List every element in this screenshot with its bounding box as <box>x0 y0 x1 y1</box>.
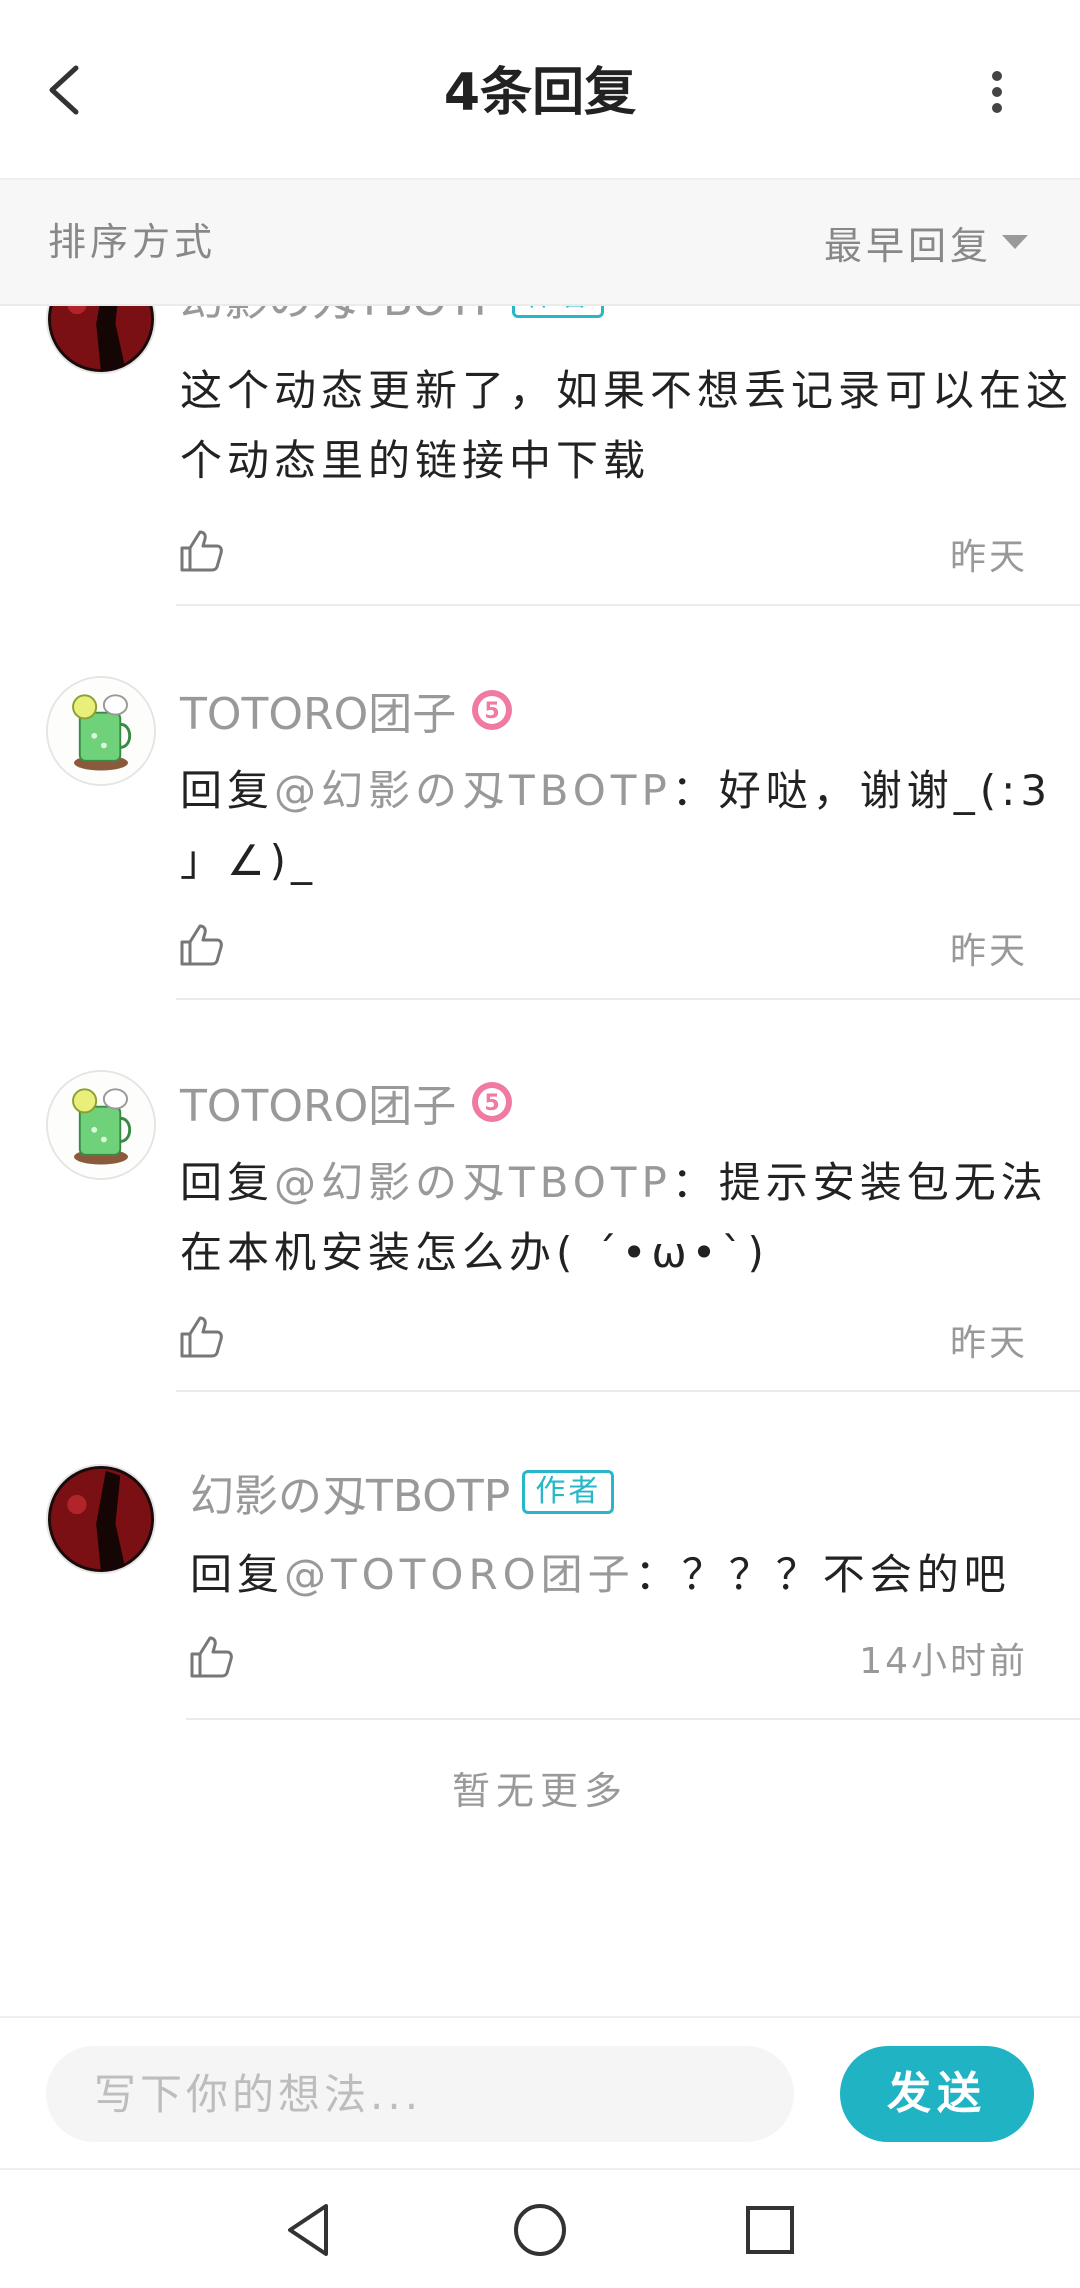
reply-body: ：？？？不会的吧 <box>634 1550 1011 1599</box>
send-button[interactable]: 发送 <box>840 2046 1034 2142</box>
reply-prefix: 回复 <box>180 1158 275 1207</box>
level-number: 5 <box>485 699 500 724</box>
reply-time: 昨天 <box>949 931 1028 972</box>
reply-time: 昨天 <box>949 1323 1028 1364</box>
nav-back-icon[interactable] <box>278 2198 342 2262</box>
reply-item: TOTORO团子 5 回复@幻影の刄TBOTP：提示安装包无法在本机安装怎么办(… <box>0 1000 1080 1392</box>
mention-link[interactable]: @幻影の刄TBOTP <box>274 766 672 815</box>
chevron-down-icon <box>1002 235 1028 249</box>
nav-home-icon[interactable] <box>508 2198 572 2262</box>
page-title: 4条回复 <box>443 63 637 123</box>
reply-text: 回复@幻影の刄TBOTP：提示安装包无法在本机安装怎么办( ´•ω•`) <box>180 1148 1080 1288</box>
reply-prefix: 回复 <box>180 766 275 815</box>
username-row: 幻影の刄TBOTP 作者 <box>180 306 605 328</box>
username[interactable]: 幻影の刄TBOTP <box>190 1460 510 1524</box>
reply-item: TOTORO团子 5 回复@幻影の刄TBOTP：好哒，谢谢_(:3 」∠)_ 昨… <box>0 606 1080 1000</box>
avatar[interactable] <box>46 1464 156 1574</box>
username-row: 幻影の刄TBOTP 作者 <box>190 1460 615 1524</box>
comment-bar: 发送 <box>0 2016 1080 2168</box>
more-options-icon[interactable] <box>972 62 1022 122</box>
nav-recents-icon[interactable] <box>738 2198 802 2262</box>
sort-bar: 排序方式 最早回复 <box>0 180 1080 306</box>
thumbs-up-icon[interactable] <box>176 1312 226 1362</box>
divider <box>186 1718 1080 1720</box>
sort-label: 排序方式 <box>48 220 217 264</box>
reply-text: 回复@TOTORO团子：？？？不会的吧 <box>190 1540 1080 1610</box>
username[interactable]: TOTORO团子 <box>180 678 456 742</box>
reply-item: 幻影の刄TBOTP 作者 这个动态更新了，如果不想丢记录可以在这个动态里的链接中… <box>0 306 1080 606</box>
avatar[interactable] <box>46 306 156 374</box>
reply-time: 14小时前 <box>859 1641 1028 1682</box>
system-nav-bar <box>0 2168 1080 2288</box>
level-number: 5 <box>485 1091 500 1116</box>
username[interactable]: TOTORO团子 <box>180 1070 456 1134</box>
author-badge: 作者 <box>522 1470 615 1514</box>
author-badge: 作者 <box>512 306 605 318</box>
level-badge-icon: 5 <box>472 690 513 730</box>
username-row: TOTORO团子 5 <box>180 680 514 740</box>
reply-text: 回复@幻影の刄TBOTP：好哒，谢谢_(:3 」∠)_ <box>180 756 1080 896</box>
avatar[interactable] <box>46 676 156 786</box>
reply-time: 昨天 <box>949 537 1028 578</box>
comment-input[interactable] <box>46 2046 794 2142</box>
username-row: TOTORO团子 5 <box>180 1072 514 1132</box>
thumbs-up-icon[interactable] <box>176 920 226 970</box>
top-app-bar: 4条回复 <box>0 0 1080 180</box>
no-more-label: 暂无更多 <box>451 1769 628 1813</box>
sort-value: 最早回复 <box>823 223 992 268</box>
level-badge-icon: 5 <box>472 1082 513 1122</box>
sort-dropdown[interactable]: 最早回复 <box>824 180 1028 304</box>
mention-link[interactable]: @幻影の刄TBOTP <box>274 1158 672 1207</box>
thumbs-up-icon[interactable] <box>186 1632 236 1682</box>
mention-link[interactable]: @TOTORO团子 <box>284 1550 635 1599</box>
reply-prefix: 回复 <box>190 1550 285 1599</box>
reply-text: 这个动态更新了，如果不想丢记录可以在这个动态里的链接中下载 <box>180 366 1074 485</box>
thumbs-up-icon[interactable] <box>176 526 226 576</box>
avatar[interactable] <box>46 1070 156 1180</box>
username[interactable]: 幻影の刄TBOTP <box>180 306 500 328</box>
reply-item: 幻影の刄TBOTP 作者 回复@TOTORO团子：？？？不会的吧 14小时前 <box>0 1392 1080 1720</box>
